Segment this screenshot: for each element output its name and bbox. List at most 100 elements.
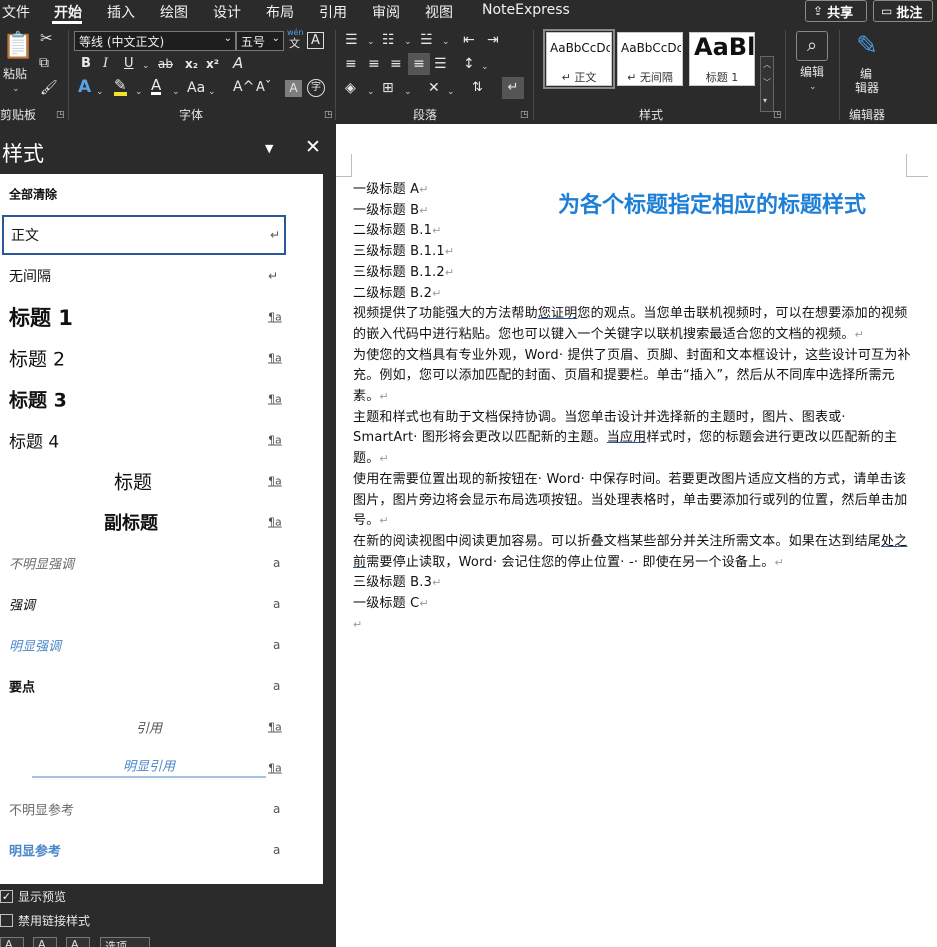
document-body[interactable]: 一级标题 A↵ 一级标题 B↵ 二级标题 B.1↵ 三级标题 B.1.1↵ 三级… <box>353 180 911 635</box>
chevron-down-icon[interactable]: ⌄ <box>447 84 455 100</box>
paste-icon[interactable]: 📋 <box>2 32 34 60</box>
menu-home[interactable]: 开始 <box>54 2 82 22</box>
strikethrough-icon[interactable]: ab <box>158 56 173 72</box>
style-item-subtle-reference[interactable]: 不明显参考 a <box>0 789 323 829</box>
menu-view[interactable]: 视图 <box>425 2 453 22</box>
phonetic-guide-icon[interactable]: wén <box>287 29 304 37</box>
font-launcher-icon[interactable]: ◳ <box>324 110 333 120</box>
chevron-down-icon[interactable]: ⌄ <box>142 58 150 74</box>
style-item-quote[interactable]: 引用 ¶a <box>0 707 323 747</box>
style-item-no-spacing[interactable]: 无间隔 ↵ <box>0 256 323 296</box>
chevron-down-icon[interactable]: ⌄ <box>135 84 143 100</box>
chevron-down-icon[interactable]: ⌄ <box>404 84 412 100</box>
menu-references[interactable]: 引用 <box>319 2 347 22</box>
shading-icon[interactable]: ◈ <box>345 80 356 96</box>
clear-formatting-icon[interactable]: A <box>233 55 243 71</box>
increase-indent-icon[interactable]: ⇥ <box>487 32 499 48</box>
paste-label[interactable]: 粘贴 <box>3 66 27 82</box>
paragraph-launcher-icon[interactable]: ◳ <box>520 110 529 120</box>
chevron-down-icon[interactable]: ﹀ <box>763 75 771 91</box>
menu-review[interactable]: 审阅 <box>372 2 400 22</box>
chevron-down-icon[interactable]: ⌄ <box>208 84 216 100</box>
style-item-intense-emphasis[interactable]: 明显强调 a <box>0 625 323 665</box>
editing-label[interactable]: 编辑 <box>800 64 824 80</box>
style-card-normal[interactable]: AaBbCcDc ↵ 正文 <box>543 29 615 89</box>
multilevel-list-icon[interactable]: ☱ <box>420 32 433 48</box>
justify-icon[interactable]: ≡ <box>408 53 430 75</box>
sort-icon[interactable]: ⇅ <box>472 80 483 96</box>
menu-noteexpress[interactable]: NoteExpress <box>482 2 570 18</box>
menu-draw[interactable]: 绘图 <box>160 2 188 22</box>
chevron-up-icon[interactable]: ︿ <box>763 57 771 73</box>
disable-linked-styles-checkbox[interactable]: 禁用链接样式 <box>0 912 90 929</box>
styles-launcher-icon[interactable]: ◳ <box>773 110 782 120</box>
underline-icon[interactable]: U <box>124 56 134 72</box>
comments-button[interactable]: ▭ 批注 <box>873 0 933 22</box>
align-left-icon[interactable]: ≡ <box>345 56 357 72</box>
new-style-icon[interactable]: A <box>0 937 24 947</box>
borders-icon[interactable]: ⊞ <box>382 80 394 96</box>
style-card-heading-1[interactable]: AaBl 标题 1 <box>689 32 755 86</box>
show-marks-icon[interactable]: ↵ <box>502 77 524 99</box>
more-icon[interactable]: ▾ <box>763 93 767 109</box>
style-item-normal[interactable]: 正文 ↵ <box>2 215 286 255</box>
font-color-icon[interactable]: A <box>151 78 162 95</box>
chevron-down-icon[interactable]: ⌄ <box>172 84 180 100</box>
menu-layout[interactable]: 布局 <box>266 2 294 22</box>
char-shading-icon[interactable]: A <box>285 80 302 97</box>
close-icon[interactable]: ✕ <box>305 136 321 158</box>
editor-pen-icon[interactable]: ✎ <box>851 31 883 61</box>
search-icon[interactable]: ⌕ <box>796 31 828 61</box>
line-spacing-icon[interactable]: ↕ <box>463 56 475 72</box>
manage-styles-icon[interactable]: A <box>66 937 90 947</box>
pane-options-icon[interactable]: ▼ <box>265 142 273 155</box>
decrease-indent-icon[interactable]: ⇤ <box>463 32 475 48</box>
style-item-intense-quote[interactable]: 明显引用 ¶a <box>0 748 323 788</box>
shrink-font-icon[interactable]: Aˇ <box>256 80 271 96</box>
subscript-icon[interactable]: x₂ <box>185 56 198 72</box>
chevron-down-icon[interactable]: ⌄ <box>367 34 375 50</box>
format-painter-icon[interactable]: 🖌 <box>40 80 58 96</box>
superscript-icon[interactable]: x² <box>206 56 219 72</box>
chevron-down-icon[interactable]: ⌄ <box>96 84 104 100</box>
bullets-icon[interactable]: ☰ <box>345 32 358 48</box>
chevron-down-icon[interactable]: ⌄ <box>367 84 375 100</box>
options-button[interactable]: 选项... <box>100 937 150 947</box>
show-preview-checkbox[interactable]: ✓ 显示预览 <box>0 888 66 905</box>
chinese-layout-icon[interactable]: ✕ <box>428 80 440 96</box>
grow-font-icon[interactable]: A^ <box>233 79 254 95</box>
style-item-title[interactable]: 标题 ¶a <box>0 461 323 501</box>
share-button[interactable]: ⇪ 共享 <box>805 0 867 22</box>
styles-gallery-scroll[interactable]: ︿ ﹀ ▾ <box>760 56 774 112</box>
menu-file[interactable]: 文件 <box>2 2 30 22</box>
clipboard-launcher-icon[interactable]: ◳ <box>56 110 65 120</box>
font-size-select[interactable]: 五号 ⌄ <box>236 31 284 51</box>
numbering-icon[interactable]: ☷ <box>382 32 395 48</box>
menu-insert[interactable]: 插入 <box>107 2 135 22</box>
style-item-clear-all[interactable]: 全部清除 <box>0 174 323 214</box>
chevron-down-icon[interactable]: ⌄ <box>404 34 412 50</box>
style-inspector-icon[interactable]: A <box>33 937 57 947</box>
text-effects-icon[interactable]: A <box>78 79 91 96</box>
style-item-subtle-emphasis[interactable]: 不明显强调 a <box>0 543 323 583</box>
chevron-down-icon[interactable]: ⌄ <box>481 59 489 75</box>
bold-icon[interactable]: B <box>81 56 91 72</box>
style-item-heading-3[interactable]: 标题 3 ¶a <box>0 379 323 419</box>
menu-design[interactable]: 设计 <box>213 2 241 22</box>
chevron-down-icon[interactable]: ⌄ <box>809 79 817 95</box>
align-right-icon[interactable]: ≡ <box>390 56 402 72</box>
style-item-heading-1[interactable]: 标题 1 ¶a <box>0 297 323 337</box>
highlight-icon[interactable]: ✎ <box>114 78 127 96</box>
style-card-no-spacing[interactable]: AaBbCcDc ↵ 无间隔 <box>617 32 683 86</box>
style-item-intense-reference[interactable]: 明显参考 a <box>0 830 323 870</box>
style-item-heading-2[interactable]: 标题 2 ¶a <box>0 338 323 378</box>
paste-dropdown-icon[interactable]: ⌄ <box>12 81 20 97</box>
style-item-emphasis[interactable]: 强调 a <box>0 584 323 624</box>
style-item-subtitle[interactable]: 副标题 ¶a <box>0 502 323 542</box>
document-page[interactable]: 为各个标题指定相应的标题样式 一级标题 A↵ 一级标题 B↵ 二级标题 B.1↵… <box>336 124 937 947</box>
italic-icon[interactable]: I <box>103 56 108 72</box>
style-item-heading-4[interactable]: 标题 4 ¶a <box>0 420 323 460</box>
editor-label-line2[interactable]: 辑器 <box>855 80 879 96</box>
change-case-icon[interactable]: Aa <box>187 80 205 96</box>
distribute-icon[interactable]: ☰ <box>434 56 447 72</box>
